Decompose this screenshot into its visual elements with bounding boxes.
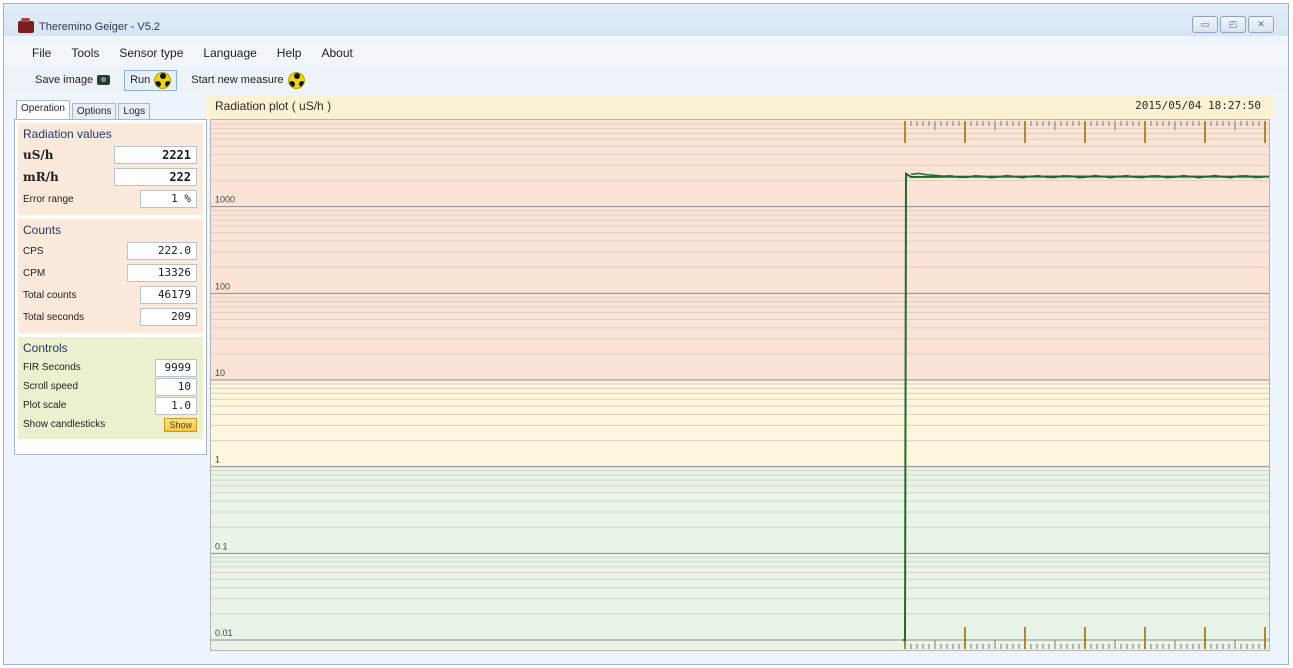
save-image-button[interactable]: Save image: [29, 70, 116, 91]
mr-label: mR/h: [23, 170, 59, 184]
plot-header: Radiation plot ( uS/h ) 2015/05/04 18:27…: [205, 95, 1273, 119]
app-icon: [18, 18, 34, 33]
show-candlesticks-button[interactable]: Show: [164, 417, 197, 432]
usv-value: 2221: [114, 146, 197, 164]
radiation-plot[interactable]: 1000 100 10 1 0.1 0.01: [210, 119, 1270, 651]
run-button[interactable]: Run: [124, 69, 178, 91]
total-seconds-value: 209: [140, 308, 197, 326]
total-seconds-row: Total seconds 209: [23, 306, 197, 328]
operation-panel: Radiation values uS/h 2221 mR/h 222 Erro…: [14, 119, 207, 455]
tab-options[interactable]: Options: [71, 103, 117, 119]
radiation-chart: 1000 100 10 1 0.1 0.01: [211, 120, 1269, 650]
usv-row: uS/h 2221: [23, 144, 197, 166]
menu-about[interactable]: About: [321, 46, 352, 60]
total-counts-value: 46179: [140, 286, 197, 304]
save-image-label: Save image: [35, 74, 94, 86]
error-range-row: Error range 1 %: [23, 188, 197, 210]
y-tick-label: 100: [215, 281, 230, 291]
fir-label: FIR Seconds: [23, 362, 81, 373]
y-tick-label: 1: [215, 455, 220, 465]
cpm-value: 13326: [127, 264, 197, 282]
minimize-button[interactable]: ▭: [1192, 16, 1218, 33]
usv-label: uS/h: [23, 148, 54, 162]
counts-group: Counts CPS 222.0 CPM 13326 Total counts …: [18, 219, 203, 333]
cps-label: CPS: [23, 245, 44, 257]
cps-row: CPS 222.0: [23, 240, 197, 262]
window-controls: ▭ ◰ ✕: [1192, 16, 1274, 33]
tab-strip: Operation Options Logs: [14, 99, 207, 119]
scroll-row: Scroll speed 10: [23, 377, 197, 396]
plot-scale-label: Plot scale: [23, 400, 67, 411]
tab-operation[interactable]: Operation: [16, 100, 70, 119]
plot-scale-input[interactable]: 1.0: [155, 396, 197, 415]
close-icon: ✕: [1257, 19, 1265, 29]
total-seconds-label: Total seconds: [23, 311, 85, 323]
menu-tools[interactable]: Tools: [71, 46, 99, 60]
controls-group: Controls FIR Seconds 9999 Scroll speed 1…: [18, 337, 203, 439]
left-panel: Operation Options Logs Radiation values …: [14, 99, 207, 459]
band-low: [211, 466, 1269, 650]
plot-scale-row: Plot scale 1.0: [23, 396, 197, 415]
cps-value: 222.0: [127, 242, 197, 260]
cpm-row: CPM 13326: [23, 262, 197, 284]
start-new-label: Start new measure: [191, 74, 284, 86]
title-bar[interactable]: Theremino Geiger - V5.2 ▭ ◰ ✕: [4, 4, 1288, 36]
error-range-label: Error range: [23, 193, 74, 205]
candlesticks-row: Show candlesticks Show: [23, 415, 197, 434]
window-title: Theremino Geiger - V5.2: [39, 21, 161, 33]
y-tick-label: 1000: [215, 195, 235, 205]
fir-row: FIR Seconds 9999: [23, 358, 197, 377]
maximize-icon: ◰: [1228, 19, 1238, 29]
menu-language[interactable]: Language: [203, 46, 256, 60]
total-counts-label: Total counts: [23, 289, 77, 301]
tab-logs[interactable]: Logs: [118, 103, 151, 119]
plot-title: Radiation plot ( uS/h ): [215, 99, 332, 113]
mr-row: mR/h 222: [23, 166, 197, 188]
radiation-values-title: Radiation values: [23, 127, 112, 141]
fir-seconds-input[interactable]: 9999: [155, 358, 197, 377]
band-high: [211, 120, 1269, 380]
camera-icon: [97, 75, 111, 85]
radiation-values-group: Radiation values uS/h 2221 mR/h 222 Erro…: [18, 123, 203, 215]
radiation-icon: [154, 71, 172, 89]
y-tick-label: 0.01: [215, 628, 233, 638]
radiation-icon: [287, 71, 305, 89]
total-counts-row: Total counts 46179: [23, 284, 197, 306]
close-button[interactable]: ✕: [1248, 16, 1274, 33]
menu-file[interactable]: File: [32, 46, 51, 60]
menu-bar: File Tools Sensor type Language Help Abo…: [4, 42, 1288, 64]
scroll-speed-label: Scroll speed: [23, 381, 79, 392]
counts-title: Counts: [23, 223, 62, 237]
menu-sensor-type[interactable]: Sensor type: [119, 46, 183, 60]
y-tick-label: 0.1: [215, 541, 228, 551]
mr-value: 222: [114, 168, 197, 186]
plot-timestamp: 2015/05/04 18:27:50: [1135, 99, 1261, 112]
y-tick-label: 10: [215, 368, 225, 378]
candlesticks-label: Show candlesticks: [23, 419, 106, 430]
start-new-measure-button[interactable]: Start new measure: [185, 70, 310, 91]
maximize-button[interactable]: ◰: [1220, 16, 1246, 33]
error-range-value: 1 %: [140, 190, 197, 208]
scroll-speed-input[interactable]: 10: [155, 377, 197, 396]
menu-help[interactable]: Help: [277, 46, 302, 60]
toolbar: Save image Run Start new measure: [4, 67, 1288, 93]
run-label: Run: [130, 74, 151, 86]
cpm-label: CPM: [23, 267, 46, 279]
minimize-icon: ▭: [1200, 19, 1210, 29]
controls-title: Controls: [23, 341, 68, 355]
